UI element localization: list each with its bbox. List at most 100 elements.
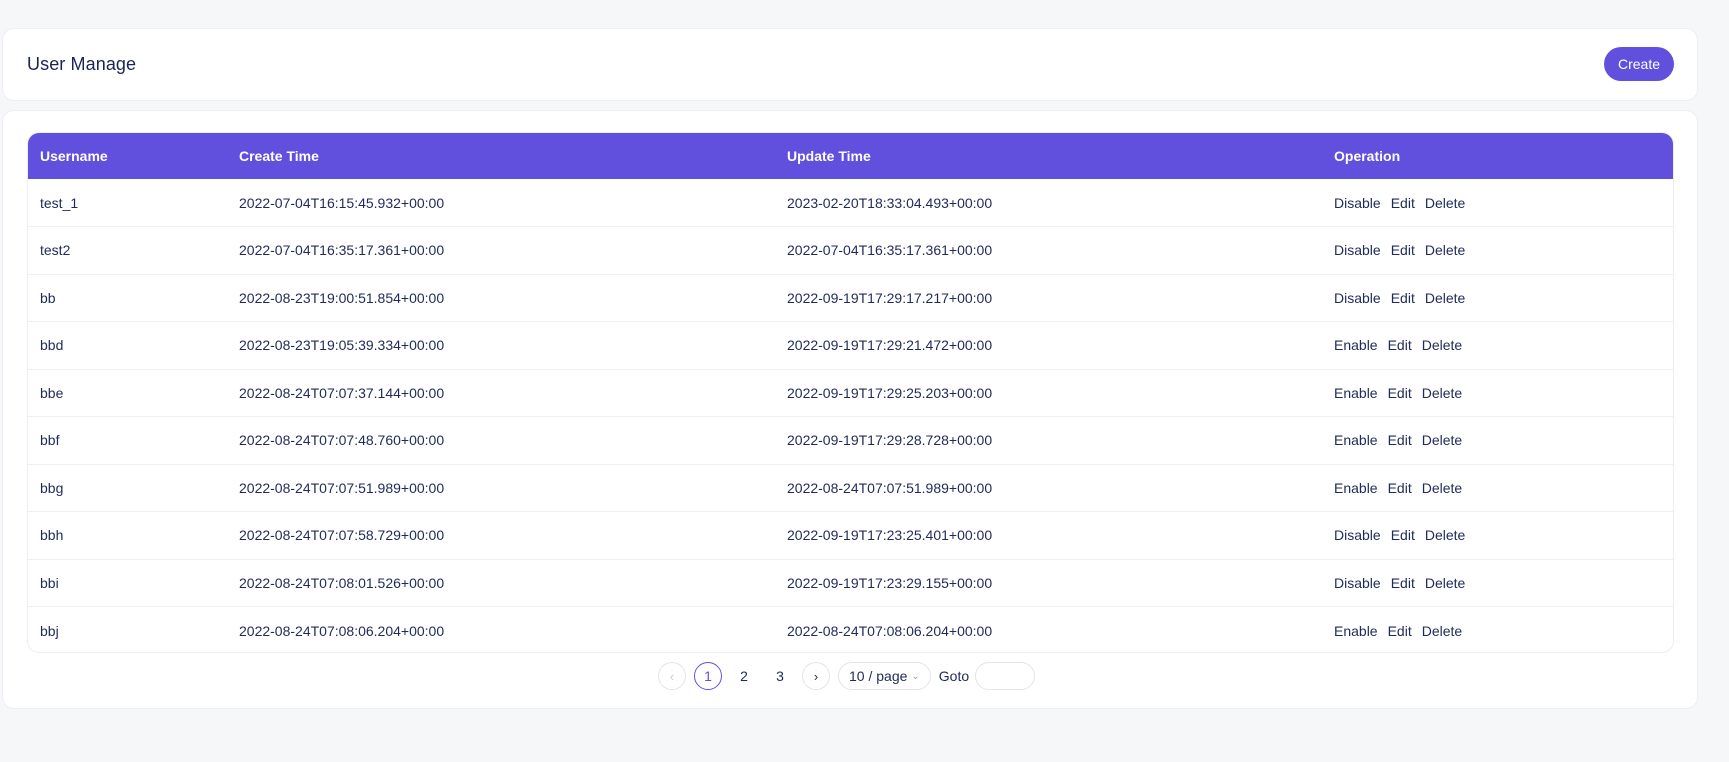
goto-label: Goto — [938, 668, 970, 684]
toggle-status-link[interactable]: Enable — [1334, 623, 1378, 639]
create-button[interactable]: Create — [1604, 47, 1674, 81]
page-button-1[interactable]: 1 — [694, 662, 722, 690]
delete-link[interactable]: Delete — [1425, 195, 1465, 211]
edit-link[interactable]: Edit — [1391, 527, 1415, 543]
username-cell: bbh — [28, 511, 227, 560]
username-cell: bb — [28, 274, 227, 322]
column-header-operation: Operation — [1322, 133, 1673, 179]
page-size-label: 10 / page — [849, 668, 908, 684]
username-cell: bbi — [28, 559, 227, 607]
create-time-cell: 2022-08-24T07:08:06.204+00:00 — [239, 622, 445, 639]
username-cell: bbj — [40, 622, 59, 639]
edit-link[interactable]: Edit — [1391, 195, 1415, 211]
create-time-cell: 2022-08-24T07:07:58.729+00:00 — [227, 511, 775, 560]
column-header-update-time: Update Time — [775, 133, 1322, 179]
toggle-status-link[interactable]: Enable — [1334, 385, 1378, 401]
create-time-cell: 2022-08-23T19:00:51.854+00:00 — [227, 274, 775, 322]
update-time-cell: 2022-08-24T07:08:06.204+00:00 — [787, 622, 993, 639]
username-cell: bbg — [28, 464, 227, 512]
delete-link[interactable]: Delete — [1422, 337, 1462, 353]
toggle-status-link[interactable]: Disable — [1334, 242, 1381, 258]
update-time-cell: 2022-09-19T17:29:28.728+00:00 — [775, 416, 1322, 465]
delete-link[interactable]: Delete — [1425, 242, 1465, 258]
edit-link[interactable]: Edit — [1388, 623, 1412, 639]
next-page-button[interactable]: › — [802, 662, 830, 690]
edit-link[interactable]: Edit — [1391, 242, 1415, 258]
column-header-create-time: Create Time — [227, 133, 775, 179]
table-row: test2 2022-07-04T16:35:17.361+00:00 2022-0… — [28, 226, 1673, 275]
toggle-status-link[interactable]: Enable — [1334, 337, 1378, 353]
user-table-container: Username Create Time Update Time Operati… — [27, 132, 1674, 653]
table-row: bbf 2022-08-24T07:07:48.760+00:00 2022-09-… — [28, 416, 1673, 465]
pagination: ‹ 1 2 3 › 10 / page ⌄ Goto — [658, 661, 1036, 691]
create-time-cell: 2022-08-23T19:05:39.334+00:00 — [227, 321, 775, 370]
edit-link[interactable]: Edit — [1388, 432, 1412, 448]
operation-cell: Enable Edit Delete — [1322, 607, 1673, 653]
edit-link[interactable]: Edit — [1391, 575, 1415, 591]
table-header-row: Username Create Time Update Time Operati… — [28, 133, 1673, 179]
create-time-cell: 2022-08-24T07:07:37.144+00:00 — [227, 369, 775, 417]
table-row: test_1 2022-07-04T16:15:45.932+00:00 2023-… — [28, 179, 1673, 227]
operation-cell: Disable Edit Delete — [1322, 226, 1673, 275]
operation-cell: Enable Edit Delete — [1322, 464, 1673, 512]
username-cell: test2 — [28, 226, 227, 275]
delete-link[interactable]: Delete — [1422, 623, 1462, 639]
create-time-cell: 2022-08-24T07:08:01.526+00:00 — [227, 559, 775, 607]
table-row: bbg 2022-08-24T07:07:51.989+00:00 2022-08-… — [28, 464, 1673, 512]
table-row: bbd 2022-08-23T19:05:39.334+00:00 2022-09-… — [28, 321, 1673, 370]
user-table: Username Create Time Update Time Operati… — [28, 133, 1673, 653]
operation-cell: Enable Edit Delete — [1322, 321, 1673, 370]
table-row: bbi 2022-08-24T07:08:01.526+00:00 2022-09-… — [28, 559, 1673, 607]
operation-cell: Disable Edit Delete — [1322, 511, 1673, 560]
create-time-cell: 2022-08-24T07:07:51.989+00:00 — [227, 464, 775, 512]
column-header-username: Username — [28, 133, 227, 179]
username-cell: bbf — [28, 416, 227, 465]
toggle-status-link[interactable]: Enable — [1334, 432, 1378, 448]
create-time-cell: 2022-07-04T16:15:45.932+00:00 — [227, 179, 775, 227]
toggle-status-link[interactable]: Disable — [1334, 290, 1381, 306]
update-time-cell: 2022-09-19T17:23:29.155+00:00 — [775, 559, 1322, 607]
delete-link[interactable]: Delete — [1422, 480, 1462, 496]
operation-cell: Enable Edit Delete — [1322, 416, 1673, 465]
update-time-cell: 2022-08-24T07:07:51.989+00:00 — [775, 464, 1322, 512]
toggle-status-link[interactable]: Disable — [1334, 195, 1381, 211]
chevron-left-icon: ‹ — [669, 668, 675, 684]
content-card: Username Create Time Update Time Operati… — [2, 110, 1698, 709]
edit-link[interactable]: Edit — [1388, 385, 1412, 401]
update-time-cell: 2022-09-19T17:29:17.217+00:00 — [775, 274, 1322, 322]
chevron-down-icon: ⌄ — [911, 670, 920, 682]
goto-input[interactable] — [975, 662, 1036, 690]
toggle-status-link[interactable]: Enable — [1334, 480, 1378, 496]
page-button-2[interactable]: 2 — [730, 662, 758, 690]
update-time-cell: 2023-02-20T18:33:04.493+00:00 — [775, 179, 1322, 227]
update-time-cell: 2022-09-19T17:29:21.472+00:00 — [775, 321, 1322, 370]
edit-link[interactable]: Edit — [1388, 480, 1412, 496]
update-time-cell: 2022-09-19T17:29:25.203+00:00 — [775, 369, 1322, 417]
page-button-3[interactable]: 3 — [766, 662, 794, 690]
username-cell: bbe — [28, 369, 227, 417]
toggle-status-link[interactable]: Disable — [1334, 527, 1381, 543]
delete-link[interactable]: Delete — [1422, 432, 1462, 448]
operation-cell: Disable Edit Delete — [1322, 179, 1673, 227]
delete-link[interactable]: Delete — [1425, 527, 1465, 543]
prev-page-button[interactable]: ‹ — [658, 662, 686, 690]
table-row: bbe 2022-08-24T07:07:37.144+00:00 2022-09-… — [28, 369, 1673, 417]
table-row: bbh 2022-08-24T07:07:58.729+00:00 2022-09-… — [28, 511, 1673, 560]
operation-cell: Enable Edit Delete — [1322, 369, 1673, 417]
page-title: User Manage — [27, 54, 137, 74]
page-header: User Manage Create — [2, 28, 1698, 101]
update-time-cell: 2022-09-19T17:23:25.401+00:00 — [775, 511, 1322, 560]
edit-link[interactable]: Edit — [1388, 337, 1412, 353]
username-cell: bbd — [28, 321, 227, 370]
chevron-right-icon: › — [813, 668, 819, 684]
username-cell: test_1 — [28, 179, 227, 227]
delete-link[interactable]: Delete — [1422, 385, 1462, 401]
operation-cell: Disable Edit Delete — [1322, 274, 1673, 322]
table-row: bb 2022-08-23T19:00:51.854+00:00 2022-09-1… — [28, 274, 1673, 322]
operation-cell: Disable Edit Delete — [1322, 559, 1673, 607]
delete-link[interactable]: Delete — [1425, 290, 1465, 306]
page-size-select[interactable]: 10 / page ⌄ — [838, 662, 931, 690]
toggle-status-link[interactable]: Disable — [1334, 575, 1381, 591]
delete-link[interactable]: Delete — [1425, 575, 1465, 591]
edit-link[interactable]: Edit — [1391, 290, 1415, 306]
